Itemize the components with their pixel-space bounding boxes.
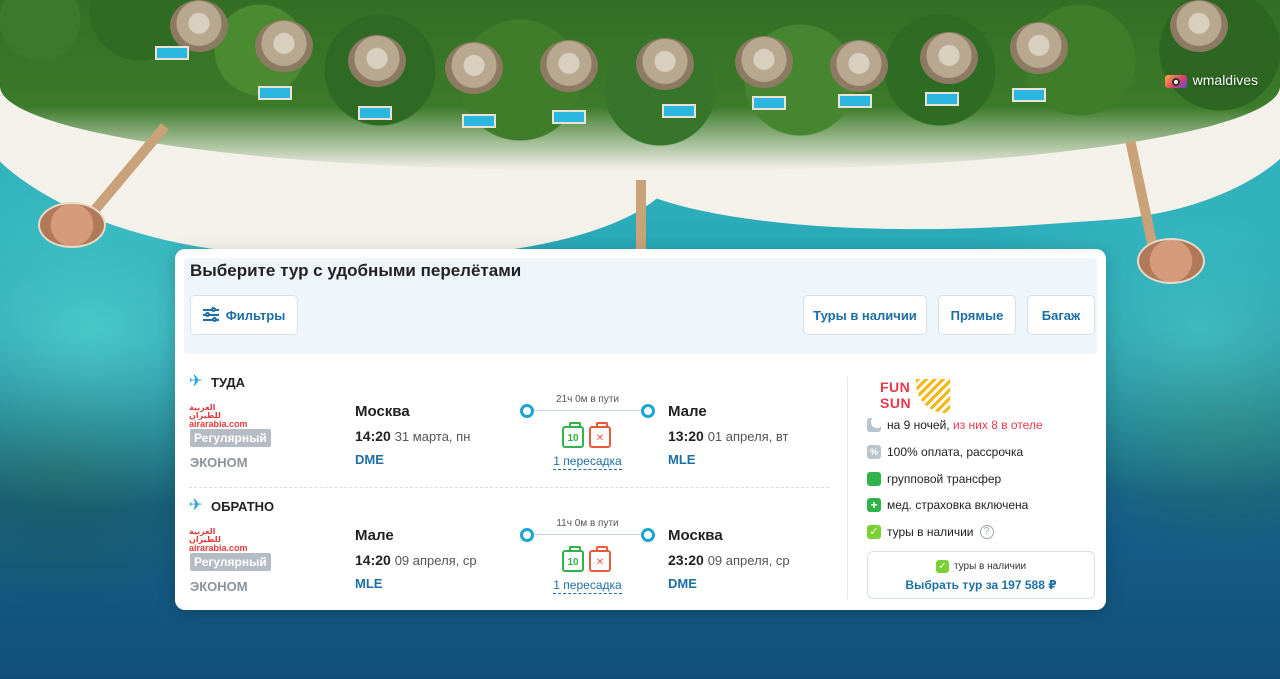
plane-departure-icon: ✈ (189, 373, 203, 390)
tour-operator-logo: FUN SUN (880, 379, 950, 413)
tour-card: Выберите тур с удобными перелётами Фильт… (175, 249, 1106, 610)
baggage-icons: 10 ✕ (562, 546, 611, 572)
flight-leg-outbound: ✈ ТУДА العربية للطيران airarabia.com Рег… (189, 374, 829, 484)
cabin-class: ЭКОНОМ (190, 579, 248, 594)
route-timeline: 11ч 0м в пути 10 ✕ 1 пересадка (520, 518, 655, 598)
arrival-time: 23:20 09 апреля, ср (668, 552, 790, 568)
cabin-class: ЭКОНОМ (190, 455, 248, 470)
transfers-link[interactable]: 1 пересадка (520, 454, 655, 470)
leg-label-text: ОБРАТНО (211, 498, 275, 514)
moon-icon (867, 416, 883, 432)
jetty-platform-right (1137, 238, 1205, 284)
legs-divider (189, 487, 829, 488)
villa-roof (636, 38, 694, 90)
camera-icon (1164, 72, 1187, 88)
airline-logo: العربية للطيران airarabia.com (189, 403, 248, 429)
villa-pool (925, 92, 959, 106)
villa-pool (752, 96, 786, 110)
nights-info: на 9 ночей, из них 8 в отеле (867, 416, 1043, 432)
departure-city: Мале (355, 527, 394, 544)
villa-roof (920, 32, 978, 84)
transfers-link[interactable]: 1 пересадка (520, 578, 655, 594)
chip-baggage[interactable]: Багаж (1027, 295, 1095, 335)
availability-info: ✓ туры в наличии ? (867, 525, 994, 539)
checked-baggage-excluded-icon: ✕ (589, 422, 611, 448)
villa-roof (348, 35, 406, 87)
payment-info: % 100% оплата, рассрочка (867, 445, 1023, 459)
destination-node (641, 528, 655, 542)
arrival-time: 13:20 01 апреля, вт (668, 428, 789, 444)
card-header: Выберите тур с удобными перелётами Фильт… (184, 258, 1097, 354)
villa-roof (445, 42, 503, 94)
percent-icon: % (867, 445, 881, 459)
villa-pool (462, 114, 496, 128)
arrival-airport-code[interactable]: MLE (668, 452, 695, 467)
jetty-center (636, 180, 646, 250)
flight-duration: 21ч 0м в пути (520, 394, 655, 405)
origin-node (520, 528, 534, 542)
villa-pool (258, 86, 292, 100)
baggage-icons: 10 ✕ (562, 422, 611, 448)
origin-node (520, 404, 534, 418)
checked-baggage-excluded-icon: ✕ (589, 546, 611, 572)
villa-pool (838, 94, 872, 108)
villa-roof (255, 20, 313, 72)
villa-pool (155, 46, 189, 60)
departure-city: Москва (355, 403, 410, 420)
villa-pool (1012, 88, 1046, 102)
arrival-city: Мале (668, 403, 707, 420)
departure-time: 14:20 09 апреля, ср (355, 552, 477, 568)
villa-roof (170, 0, 228, 52)
watermark: wmaldives (1164, 72, 1258, 88)
villa-roof (735, 36, 793, 88)
column-divider (847, 377, 848, 599)
transfer-info: групповой трансфер (867, 472, 1001, 486)
arrival-city: Москва (668, 527, 723, 544)
villa-roof (1170, 0, 1228, 52)
bus-icon (867, 472, 881, 486)
villa-pool (662, 104, 696, 118)
departure-time: 14:20 31 марта, пн (355, 428, 471, 444)
plane-return-icon: ✈ (189, 497, 203, 514)
departure-airport-code[interactable]: DME (355, 452, 384, 467)
route-line (534, 534, 641, 535)
filters-label: Фильтры (225, 307, 286, 323)
select-tour-label: Выбрать тур за 197 588 ₽ (905, 578, 1057, 592)
leg-label: ✈ ОБРАТНО (189, 498, 274, 514)
check-icon: ✓ (935, 560, 949, 573)
chip-tours-available[interactable]: Туры в наличии (803, 295, 927, 335)
villa-roof (830, 40, 888, 92)
sun-icon (916, 379, 950, 413)
select-tour-button[interactable]: ✓ туры в наличии Выбрать тур за 197 588 … (867, 551, 1095, 599)
filters-icon (202, 307, 219, 322)
filters-button[interactable]: Фильтры (190, 295, 298, 335)
villa-roof (540, 40, 598, 92)
flight-leg-return: ✈ ОБРАТНО العربية للطيران airarabia.com … (189, 498, 829, 608)
chip-direct[interactable]: Прямые (938, 295, 1016, 335)
fare-type-badge: Регулярный (190, 429, 271, 447)
fare-type-badge: Регулярный (190, 553, 271, 571)
route-timeline: 21ч 0м в пути 10 ✕ 1 пересадка (520, 394, 655, 474)
leg-label-text: ТУДА (211, 374, 246, 390)
airline-logo: العربية للطيران airarabia.com (189, 527, 248, 553)
destination-node (641, 404, 655, 418)
route-line (534, 410, 641, 411)
card-title: Выберите тур с удобными перелётами (190, 261, 522, 280)
villa-pool (552, 110, 586, 124)
leg-label: ✈ ТУДА (189, 374, 245, 390)
help-icon[interactable]: ? (979, 525, 994, 539)
departure-airport-code[interactable]: MLE (355, 576, 382, 591)
jetty-platform-left (38, 202, 106, 248)
medical-kit-icon: + (867, 498, 881, 512)
insurance-info: + мед. страховка включена (867, 498, 1028, 512)
villa-roof (1010, 22, 1068, 74)
carry-on-included-icon: 10 (562, 546, 584, 572)
watermark-text: wmaldives (1192, 72, 1258, 88)
check-icon: ✓ (867, 525, 881, 539)
flight-duration: 11ч 0м в пути (520, 518, 655, 529)
carry-on-included-icon: 10 (562, 422, 584, 448)
villa-pool (358, 106, 392, 120)
arrival-airport-code[interactable]: DME (668, 576, 697, 591)
